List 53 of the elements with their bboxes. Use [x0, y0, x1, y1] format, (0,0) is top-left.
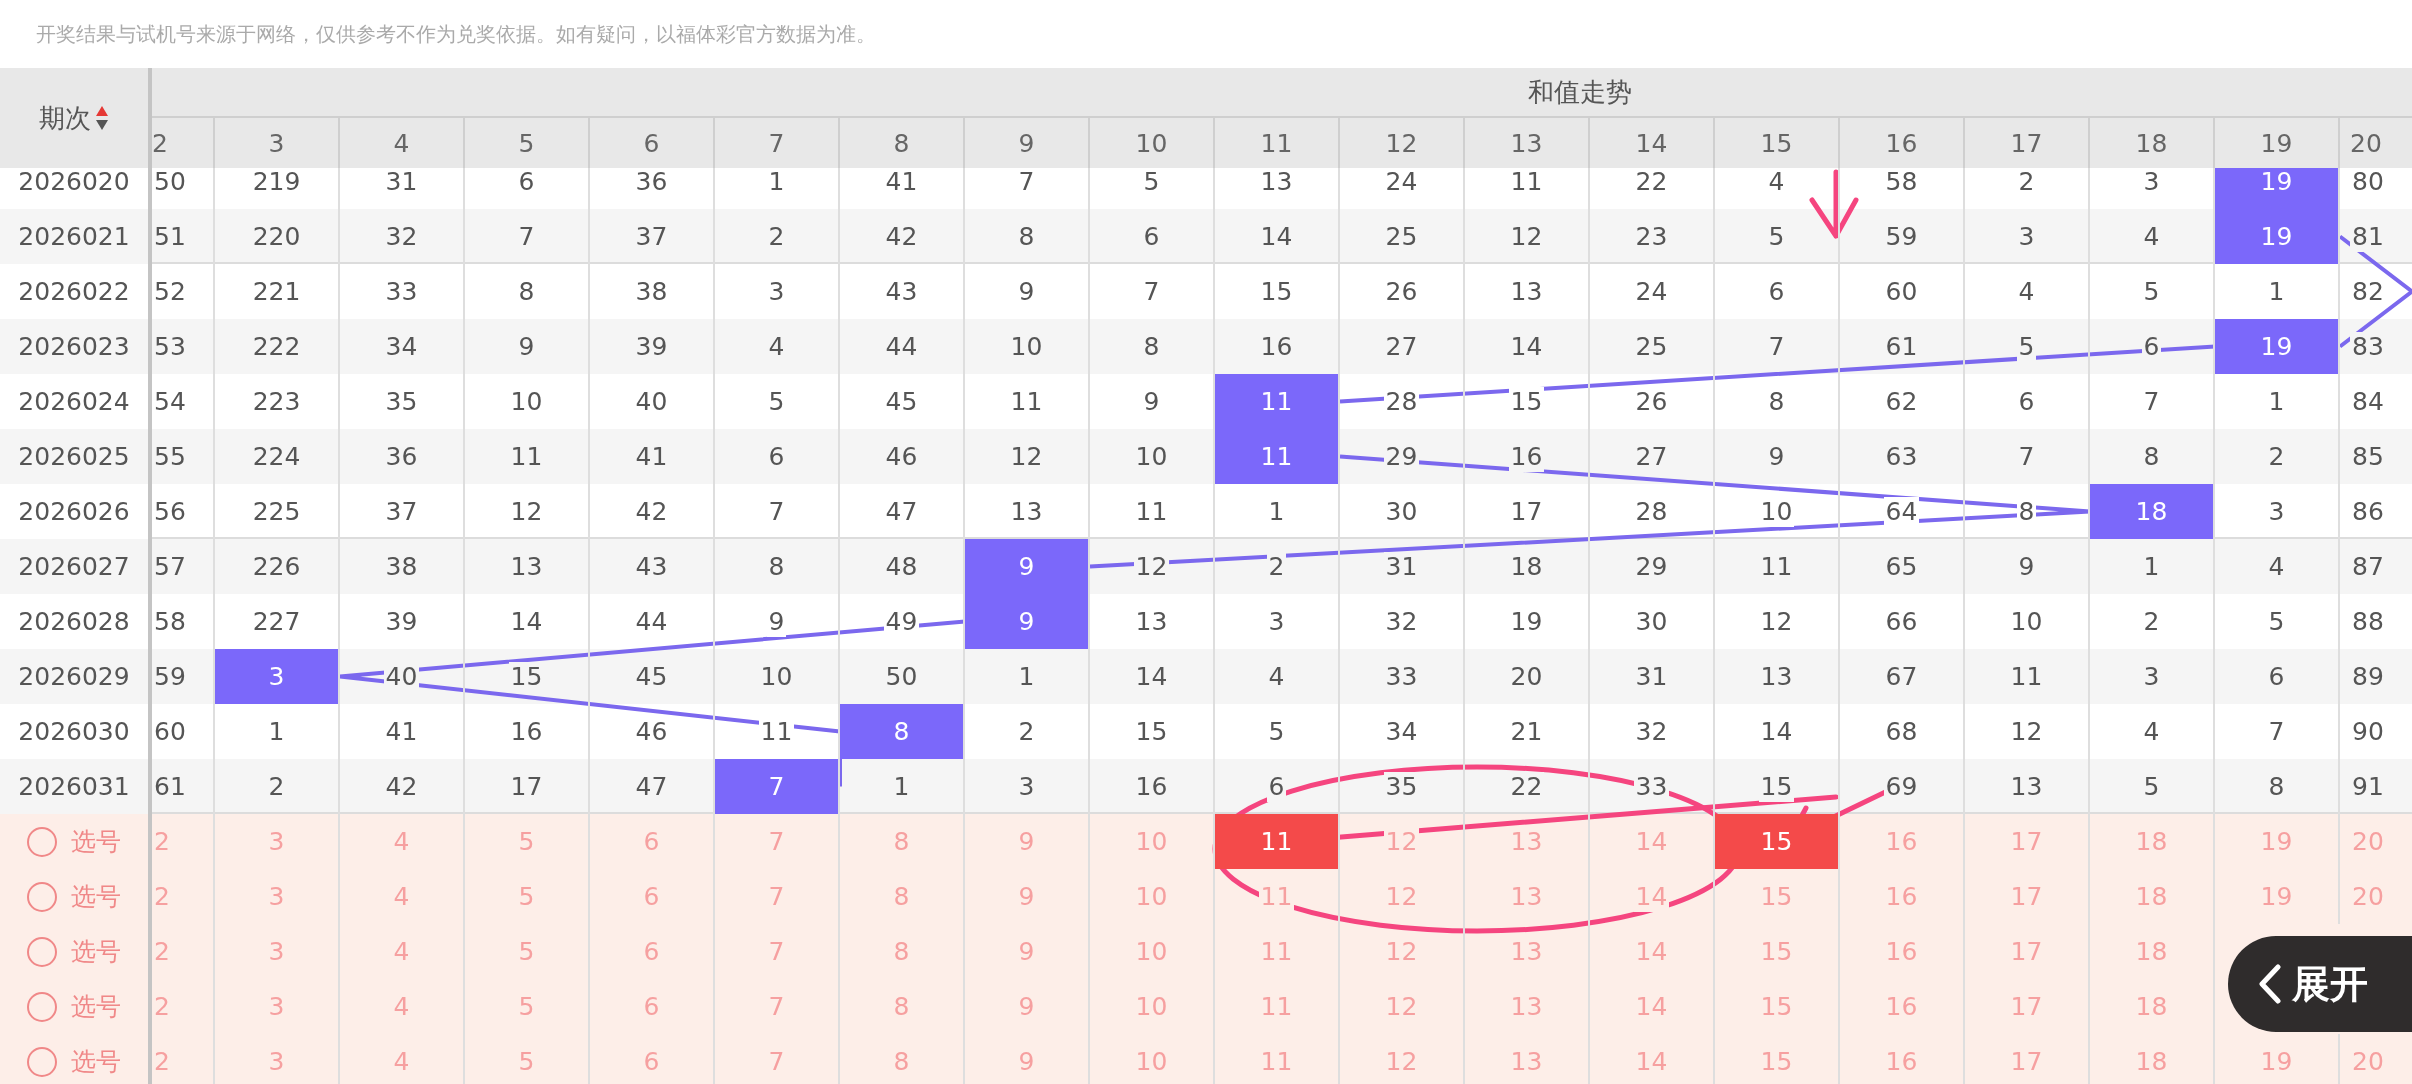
column-header: 20 — [2349, 127, 2383, 160]
sum-hit-cell: 3 — [215, 649, 340, 704]
pick-label: 选号 — [71, 1046, 121, 1078]
sum-hit-cell: 11 — [1215, 429, 1340, 484]
sum-hit-cell: 18 — [2090, 484, 2215, 539]
number-pick-cell[interactable]: 6 — [590, 1034, 715, 1084]
number-pick-cell[interactable]: 19 — [2215, 1034, 2340, 1084]
table-cell: 64 — [1883, 496, 1920, 527]
number-pick-cell[interactable]: 15 — [1715, 814, 1840, 869]
select-circle[interactable] — [27, 881, 57, 912]
number-pick-cell[interactable]: 20 — [2340, 869, 2412, 924]
select-circle[interactable] — [27, 1046, 57, 1077]
disclaimer-text: 开奖结果与试机号来源于网络，仅供参考不作为兑奖依据。如有疑问，以福体彩官方数据为准。 — [35, 20, 877, 48]
group-header: 和值走势 — [1528, 75, 1632, 109]
number-pick-cell[interactable]: 20 — [2340, 1034, 2412, 1084]
number-pick-cell[interactable]: 2 — [152, 1034, 215, 1084]
sum-hit-cell: 9 — [965, 539, 1090, 594]
sum-hit-cell: 8 — [840, 704, 965, 759]
number-pick-cell[interactable]: 3 — [215, 1034, 340, 1084]
annotation-arrow — [1809, 169, 1859, 239]
sum-hit-cell: 19 — [2215, 319, 2340, 374]
sum-hit-cell: 19 — [2215, 209, 2340, 264]
chevron-left-icon — [2258, 964, 2282, 1004]
number-pick-cell[interactable]: 14 — [1590, 1034, 1715, 1084]
number-pick-cell[interactable]: 11 — [1215, 814, 1340, 869]
number-pick-cell[interactable]: 4 — [340, 1034, 465, 1084]
number-pick-cell[interactable]: 7 — [715, 1034, 840, 1084]
pick-label: 选号 — [71, 881, 121, 913]
sum-hit-cell: 7 — [715, 759, 840, 814]
sum-hit-cell: 19 — [2215, 168, 2340, 209]
number-pick-cell[interactable]: 18 — [2090, 1034, 2215, 1084]
select-circle[interactable] — [27, 991, 57, 1022]
number-pick-cell[interactable]: 5 — [465, 1034, 590, 1084]
select-circle[interactable] — [27, 936, 57, 967]
pick-label: 选号 — [71, 991, 121, 1023]
pick-label: 选号 — [71, 936, 121, 968]
sort-icon[interactable] — [95, 105, 109, 131]
pick-label: 选号 — [71, 826, 121, 858]
number-pick-cell[interactable]: 8 — [840, 1034, 965, 1084]
number-pick-cell[interactable]: 11 — [1215, 1034, 1340, 1084]
number-pick-cell[interactable]: 9 — [965, 1034, 1090, 1084]
expand-button[interactable]: 展开 — [2228, 936, 2412, 1032]
sum-hit-cell: 11 — [1215, 374, 1340, 429]
number-pick-cell[interactable]: 12 — [1340, 1034, 1465, 1084]
select-circle[interactable] — [27, 826, 57, 857]
number-pick-cell[interactable]: 17 — [1965, 1034, 2090, 1084]
sum-hit-cell: 9 — [965, 594, 1090, 649]
number-pick-cell[interactable]: 10 — [1090, 1034, 1215, 1084]
number-pick-cell[interactable]: 16 — [1840, 1034, 1965, 1084]
period-header: 期次 — [39, 101, 91, 135]
number-pick-cell[interactable]: 15 — [1715, 1034, 1840, 1084]
number-pick-cell[interactable]: 13 — [1465, 1034, 1590, 1084]
number-pick-cell[interactable]: 20 — [2340, 814, 2412, 869]
